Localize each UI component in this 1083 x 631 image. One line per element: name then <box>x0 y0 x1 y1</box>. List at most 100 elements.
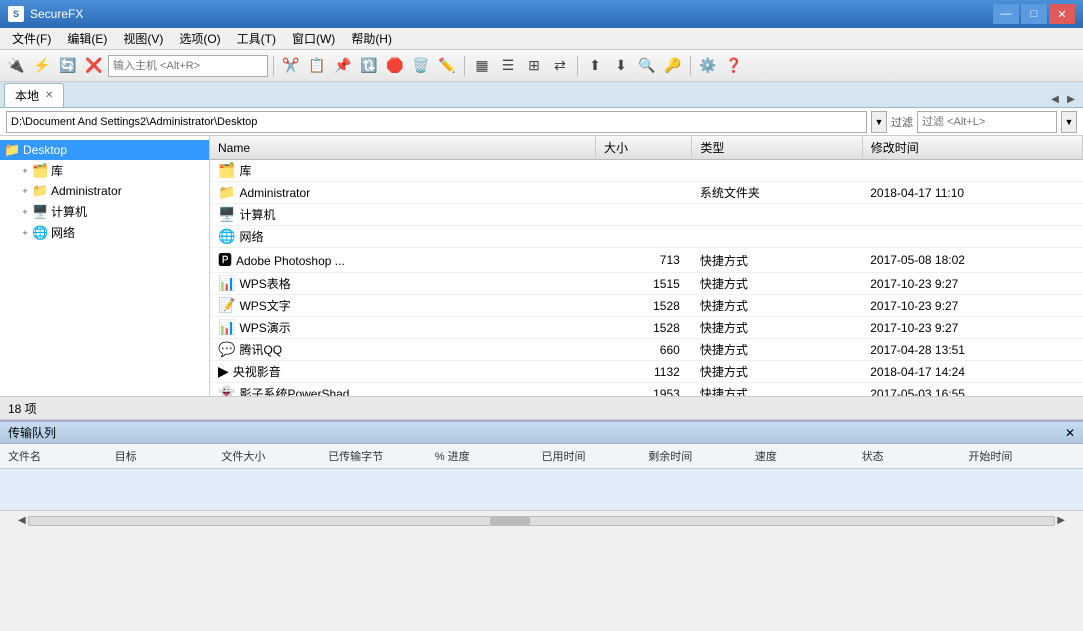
toolbar-settings[interactable]: ⚙️ <box>696 54 720 78</box>
file-type-cell: 快捷方式 <box>692 273 862 295</box>
table-row[interactable]: 🌐网络 <box>210 226 1083 248</box>
table-row[interactable]: 📁Administrator 系统文件夹 2018-04-17 11:10 <box>210 182 1083 204</box>
toolbar-view-detail[interactable]: ☰ <box>496 54 520 78</box>
table-row[interactable]: ▶央视影音 1132 快捷方式 2018-04-17 14:24 <box>210 361 1083 383</box>
table-row[interactable]: 🖥️计算机 <box>210 204 1083 226</box>
menu-window[interactable]: 窗口(W) <box>284 28 343 49</box>
file-type-cell <box>692 226 862 248</box>
toolbar-stop[interactable]: 🛑 <box>383 54 407 78</box>
file-date-cell <box>862 226 1082 248</box>
file-name-cell: 📊WPS表格 <box>210 273 595 295</box>
table-row[interactable]: 👻影子系统PowerShad... 1953 快捷方式 2017-05-03 1… <box>210 383 1083 397</box>
scroll-left-button[interactable]: ◀ <box>16 515 28 526</box>
computer-icon: 🖥️ <box>32 204 48 220</box>
file-date-cell <box>862 204 1082 226</box>
toolbar-search[interactable]: 🔍 <box>635 54 659 78</box>
toolbar: 🔌 ⚡ 🔄 ❌ ✂️ 📋 📌 🔃 🛑 🗑️ ✏️ ▦ ☰ ⊞ ⇄ ⬆ ⬇ 🔍 🔑… <box>0 50 1083 82</box>
close-button[interactable]: ✕ <box>1049 4 1075 24</box>
file-date-cell: 2017-05-08 18:02 <box>862 248 1082 273</box>
file-size-cell <box>595 182 691 204</box>
tab-local[interactable]: 本地 ✕ <box>4 83 64 107</box>
file-type-icon: 📊 <box>218 319 235 335</box>
menu-tools[interactable]: 工具(T) <box>229 28 284 49</box>
toolbar-btn-2[interactable]: ⚡ <box>30 54 54 78</box>
file-panel[interactable]: Name 大小 类型 修改时间 🗂️库 📁Administrator 系统文件夹… <box>210 136 1083 396</box>
toolbar-view-icons[interactable]: ⊞ <box>522 54 546 78</box>
tree-item-lib[interactable]: + 🗂️ 库 <box>14 160 209 181</box>
table-row[interactable]: 💬腾讯QQ 660 快捷方式 2017-04-28 13:51 <box>210 339 1083 361</box>
file-type-icon: 🅿 <box>218 252 232 268</box>
minimize-button[interactable]: — <box>993 4 1019 24</box>
file-type-icon: 💬 <box>218 341 235 357</box>
toolbar-key[interactable]: 🔑 <box>661 54 685 78</box>
menu-view[interactable]: 视图(V) <box>115 28 171 49</box>
menu-help[interactable]: 帮助(H) <box>343 28 400 49</box>
tree-label: 库 <box>51 162 63 179</box>
path-input[interactable] <box>6 111 867 133</box>
toolbar-btn-1[interactable]: 🔌 <box>4 54 28 78</box>
menu-file[interactable]: 文件(F) <box>4 28 59 49</box>
expand-icon[interactable]: + <box>18 184 32 198</box>
menu-options[interactable]: 选项(O) <box>171 28 228 49</box>
toolbar-btn-4[interactable]: ❌ <box>82 54 106 78</box>
tab-close-button[interactable]: ✕ <box>45 90 53 101</box>
table-row[interactable]: 📝WPS文字 1528 快捷方式 2017-10-23 9:27 <box>210 295 1083 317</box>
tree-item-admin[interactable]: + 📁 Administrator <box>14 181 209 201</box>
host-input[interactable] <box>108 55 268 77</box>
tree-panel: 📁 Desktop + 🗂️ 库 + 📁 Administrator + 🖥️ … <box>0 136 210 396</box>
expand-icon[interactable]: + <box>18 164 32 178</box>
tcol-elapsed: 已用时间 <box>542 448 649 464</box>
toolbar-delete[interactable]: 🗑️ <box>409 54 433 78</box>
toolbar-upload[interactable]: ⬆ <box>583 54 607 78</box>
tree-item-network[interactable]: + 🌐 网络 <box>14 222 209 243</box>
toolbar-paste[interactable]: 📌 <box>331 54 355 78</box>
filter-dropdown-button[interactable]: ▼ <box>1061 111 1077 133</box>
table-row[interactable]: 📊WPS演示 1528 快捷方式 2017-10-23 9:27 <box>210 317 1083 339</box>
scroll-track[interactable] <box>28 516 1056 526</box>
col-header-type[interactable]: 类型 <box>692 136 862 160</box>
toolbar-refresh[interactable]: 🔃 <box>357 54 381 78</box>
tree-item-desktop[interactable]: 📁 Desktop <box>0 140 209 160</box>
col-header-size[interactable]: 大小 <box>595 136 691 160</box>
file-type-cell: 快捷方式 <box>692 361 862 383</box>
menu-edit[interactable]: 编辑(E) <box>59 28 115 49</box>
tab-nav-left[interactable]: ◀ <box>1047 91 1063 107</box>
file-date-cell: 2017-04-28 13:51 <box>862 339 1082 361</box>
path-dropdown-button[interactable]: ▼ <box>871 111 887 133</box>
table-row[interactable]: 🅿Adobe Photoshop ... 713 快捷方式 2017-05-08… <box>210 248 1083 273</box>
filter-input[interactable] <box>917 111 1057 133</box>
table-row[interactable]: 📊WPS表格 1515 快捷方式 2017-10-23 9:27 <box>210 273 1083 295</box>
toolbar-btn-3[interactable]: 🔄 <box>56 54 80 78</box>
tree-label: 计算机 <box>51 203 87 220</box>
col-header-name[interactable]: Name <box>210 136 595 160</box>
transfer-close-button[interactable]: ✕ <box>1065 426 1075 440</box>
table-row[interactable]: 🗂️库 <box>210 160 1083 182</box>
toolbar-cut[interactable]: ✂️ <box>279 54 303 78</box>
tree-label: Administrator <box>51 184 122 198</box>
col-header-date[interactable]: 修改时间 <box>862 136 1082 160</box>
expand-icon[interactable]: + <box>18 205 32 219</box>
network-icon: 🌐 <box>32 225 48 241</box>
tab-nav-right[interactable]: ▶ <box>1063 91 1079 107</box>
toolbar-help[interactable]: ❓ <box>722 54 746 78</box>
tree-item-computer[interactable]: + 🖥️ 计算机 <box>14 201 209 222</box>
toolbar-download[interactable]: ⬇ <box>609 54 633 78</box>
file-size-cell: 1528 <box>595 295 691 317</box>
toolbar-view-list[interactable]: ▦ <box>470 54 494 78</box>
tcol-target: 目标 <box>115 448 222 464</box>
toolbar-sync[interactable]: ⇄ <box>548 54 572 78</box>
tcol-speed: 速度 <box>755 448 862 464</box>
expand-icon[interactable]: + <box>18 226 32 240</box>
file-type-cell: 快捷方式 <box>692 295 862 317</box>
file-type-cell: 快捷方式 <box>692 248 862 273</box>
scroll-thumb[interactable] <box>490 517 530 525</box>
main-content: 📁 Desktop + 🗂️ 库 + 📁 Administrator + 🖥️ … <box>0 136 1083 396</box>
maximize-button[interactable]: □ <box>1021 4 1047 24</box>
status-bar: 18 项 <box>0 396 1083 420</box>
scroll-right-button[interactable]: ▶ <box>1055 515 1067 526</box>
toolbar-rename[interactable]: ✏️ <box>435 54 459 78</box>
file-type-cell: 快捷方式 <box>692 383 862 397</box>
toolbar-copy[interactable]: 📋 <box>305 54 329 78</box>
file-table: Name 大小 类型 修改时间 🗂️库 📁Administrator 系统文件夹… <box>210 136 1083 396</box>
file-size-cell <box>595 226 691 248</box>
